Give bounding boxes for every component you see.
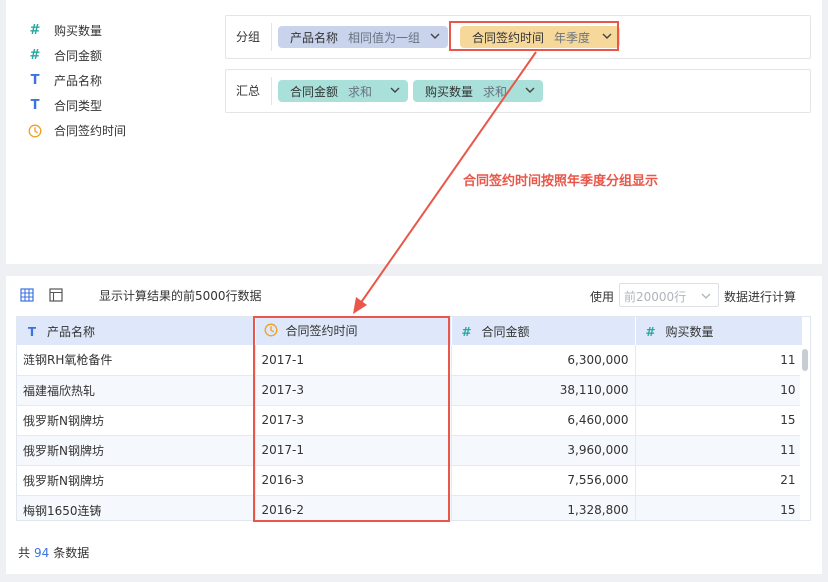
field-label: 合同类型 (54, 99, 103, 113)
chevron-down-icon[interactable] (389, 84, 401, 96)
pill-aggregate-mode: 求和 (348, 84, 373, 99)
cell-amount: 38,110,000 (451, 375, 636, 406)
zone-divider (271, 23, 272, 51)
text-field-icon: T (30, 98, 40, 113)
chevron-down-icon[interactable] (524, 84, 536, 96)
cell-amount: 6,460,000 (451, 405, 636, 436)
cell-product-name: 俄罗斯N钢牌坊 (17, 405, 256, 436)
table-scrollbar[interactable] (800, 345, 810, 520)
pill-aggregate-mode: 求和 (483, 84, 508, 99)
column-header-product-name[interactable]: T 产品名称 (17, 317, 256, 345)
cell-amount: 6,300,000 (451, 345, 636, 376)
use-label: 使用 (590, 290, 615, 304)
scrollbar-thumb[interactable] (802, 349, 808, 371)
pill-highlight-box (449, 21, 619, 51)
field-item-contract-type[interactable]: T 合同类型 (28, 93, 208, 118)
layout-icon[interactable] (49, 288, 63, 302)
row-count: 共 94 条数据 (18, 546, 90, 560)
cell-product-name: 俄罗斯N钢牌坊 (17, 465, 256, 496)
field-label: 产品名称 (54, 74, 103, 88)
cell-amount: 3,960,000 (451, 435, 636, 466)
cell-product-name: 福建福欣热轧 (17, 375, 256, 406)
row-limit-select[interactable]: 前20000行 (619, 283, 719, 307)
cell-product-name: 俄罗斯N钢牌坊 (17, 435, 256, 466)
grid-view-icon[interactable] (20, 288, 34, 302)
clock-icon (28, 124, 42, 138)
text-field-icon: T (30, 73, 40, 88)
column-highlight-box (253, 316, 450, 522)
annotation-text: 合同签约时间按照年季度分组显示 (463, 174, 659, 189)
number-field-icon: # (29, 23, 41, 38)
cell-product-name: 梅钢1650连铸 (17, 495, 256, 520)
summary-pill-contract-amount[interactable]: 合同金额 求和 (278, 80, 408, 102)
field-label: 合同签约时间 (54, 124, 127, 138)
calc-label: 数据进行计算 (724, 290, 797, 304)
summary-zone: 汇总 合同金额 求和 购买数量 求和 (225, 69, 811, 113)
column-header-contract-amount[interactable]: # 合同金额 (451, 317, 636, 345)
result-limit-text: 显示计算结果的前5000行数据 (99, 289, 262, 303)
chevron-down-icon[interactable] (429, 30, 441, 42)
field-item-purchase-qty[interactable]: # 购买数量 (28, 18, 208, 43)
cell-qty: 11 (635, 435, 803, 466)
number-field-icon: # (645, 324, 656, 339)
field-list: # 购买数量 # 合同金额 T 产品名称 T 合同类型 合同签约时间 (28, 18, 208, 143)
zone-divider (271, 77, 272, 105)
chevron-down-icon (701, 293, 711, 299)
number-field-icon: # (461, 324, 472, 339)
field-item-product-name[interactable]: T 产品名称 (28, 68, 208, 93)
pill-group-mode: 相同值为一组 (348, 30, 421, 45)
summary-pill-purchase-qty[interactable]: 购买数量 求和 (413, 80, 543, 102)
cell-amount: 1,328,800 (451, 495, 636, 520)
row-count-value: 94 (34, 546, 50, 560)
column-header-purchase-qty[interactable]: # 购买数量 (635, 317, 803, 345)
group-pill-product-name[interactable]: 产品名称 相同值为一组 (278, 26, 448, 48)
pill-field-name: 购买数量 (425, 84, 474, 99)
cell-qty: 15 (635, 405, 803, 436)
cell-qty: 21 (635, 465, 803, 496)
group-zone-label: 分组 (236, 30, 261, 44)
pill-field-name: 产品名称 (290, 30, 339, 45)
text-field-icon: T (27, 324, 37, 339)
pill-field-name: 合同金额 (290, 84, 339, 99)
field-label: 购买数量 (54, 24, 103, 38)
field-config-panel: # 购买数量 # 合同金额 T 产品名称 T 合同类型 合同签约时间 分组 产品… (6, 0, 822, 264)
number-field-icon: # (29, 48, 41, 63)
cell-qty: 15 (635, 495, 803, 520)
field-item-contract-sign-time[interactable]: 合同签约时间 (28, 118, 208, 143)
summary-zone-label: 汇总 (236, 84, 261, 98)
cell-amount: 7,556,000 (451, 465, 636, 496)
field-item-contract-amount[interactable]: # 合同金额 (28, 43, 208, 68)
field-label: 合同金额 (54, 49, 103, 63)
cell-qty: 11 (635, 345, 803, 376)
row-limit-placeholder: 前20000行 (624, 290, 687, 304)
cell-qty: 10 (635, 375, 803, 406)
cell-product-name: 涟钢RH氧枪备件 (17, 345, 256, 376)
